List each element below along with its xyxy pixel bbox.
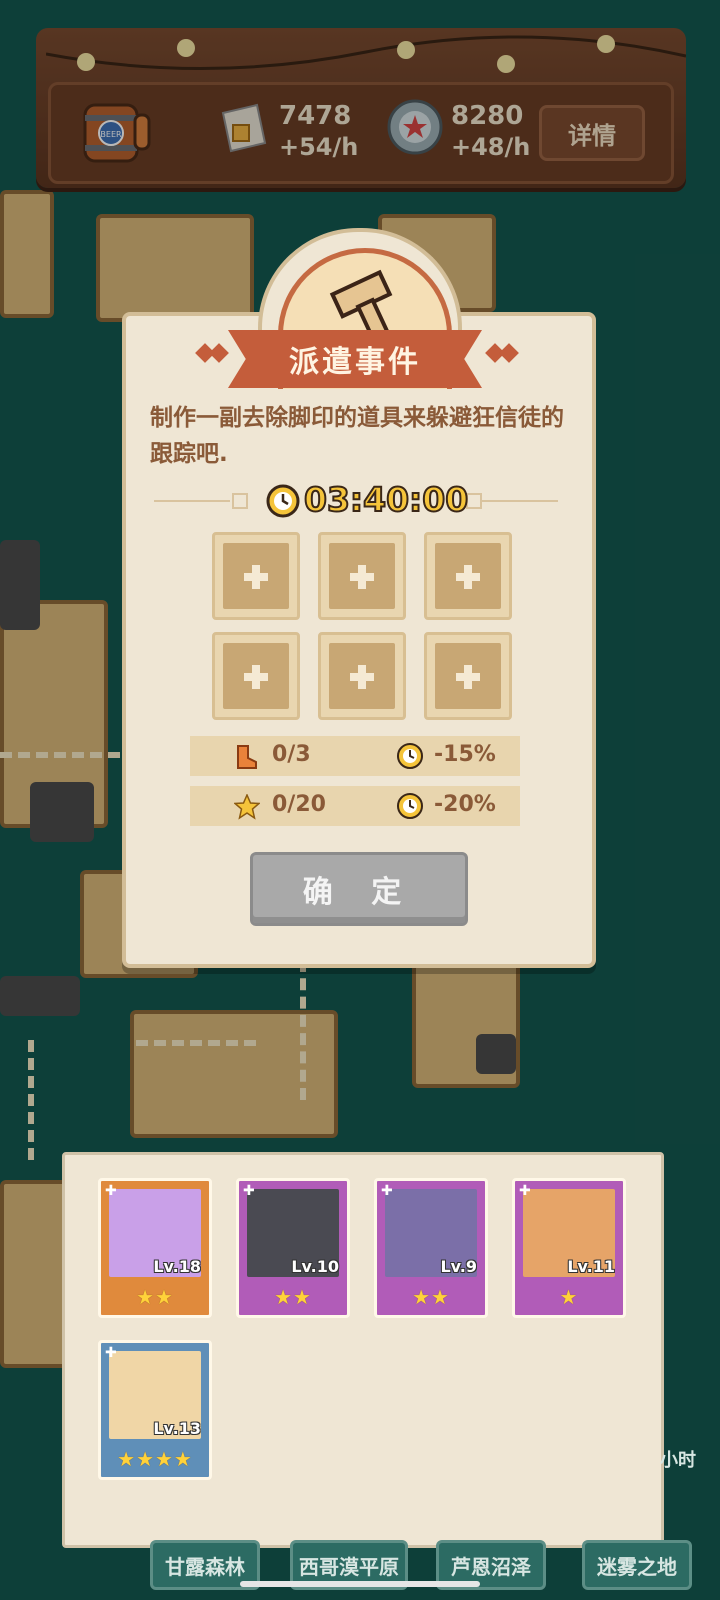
bonus-progress: 0/3 [272, 742, 311, 767]
side-label: 小时 [660, 1450, 696, 1471]
hero-level: Lv.10 [291, 1257, 339, 1276]
hammer-icon: ✚ [105, 1345, 117, 1361]
hero-level: Lv.13 [153, 1419, 201, 1438]
hero-slot[interactable] [212, 532, 300, 620]
star-icon [234, 794, 260, 820]
dispatch-timer: 03:40:00 [303, 479, 469, 520]
hero-stars: ★★★★ [117, 1447, 193, 1471]
bonus-row-stars: 0/20 -20% [190, 786, 520, 826]
hero-card[interactable]: ✚ Lv.18 ★★ [98, 1178, 212, 1318]
hammer-icon: ✚ [243, 1183, 255, 1199]
event-description: 制作一副去除脚印的道具来躲避狂信徒的跟踪吧. [150, 405, 564, 467]
clock-icon [266, 484, 300, 518]
clock-icon [397, 743, 423, 769]
hero-level: Lv.11 [567, 1257, 615, 1276]
bonus-reduction: -15% [434, 742, 496, 767]
hero-stars: ★★ [412, 1285, 450, 1309]
hero-stars: ★★ [136, 1285, 174, 1309]
hero-card[interactable]: ✚ Lv.11 ★ [512, 1178, 626, 1318]
hero-stars: ★ [559, 1285, 579, 1309]
hammer-icon: ✚ [105, 1183, 117, 1199]
hero-slot[interactable] [424, 532, 512, 620]
home-indicator[interactable] [240, 1581, 480, 1587]
hero-level: Lv.18 [153, 1257, 201, 1276]
hero-slot[interactable] [318, 632, 406, 720]
confirm-button[interactable]: 确 定 [250, 852, 468, 926]
bonus-row-boots: 0/3 -15% [190, 736, 520, 776]
hero-level: Lv.9 [440, 1257, 477, 1276]
hammer-icon: ✚ [519, 1183, 531, 1199]
dialog-title: 派遣事件 [228, 330, 482, 388]
hero-card[interactable]: ✚ Lv.10 ★★ [236, 1178, 350, 1318]
boot-icon [237, 745, 257, 769]
hero-card[interactable]: ✚ Lv.13 ★★★★ [98, 1340, 212, 1480]
hammer-icon: ✚ [381, 1183, 393, 1199]
region-tab-misty-land[interactable]: 迷雾之地 [582, 1540, 692, 1590]
bonus-progress: 0/20 [272, 792, 326, 817]
hero-stars: ★★ [274, 1285, 312, 1309]
clock-icon [397, 793, 423, 819]
hero-slot[interactable] [424, 632, 512, 720]
hero-card[interactable]: ✚ Lv.9 ★★ [374, 1178, 488, 1318]
bonus-reduction: -20% [434, 792, 496, 817]
hero-slot[interactable] [318, 532, 406, 620]
hero-slot[interactable] [212, 632, 300, 720]
